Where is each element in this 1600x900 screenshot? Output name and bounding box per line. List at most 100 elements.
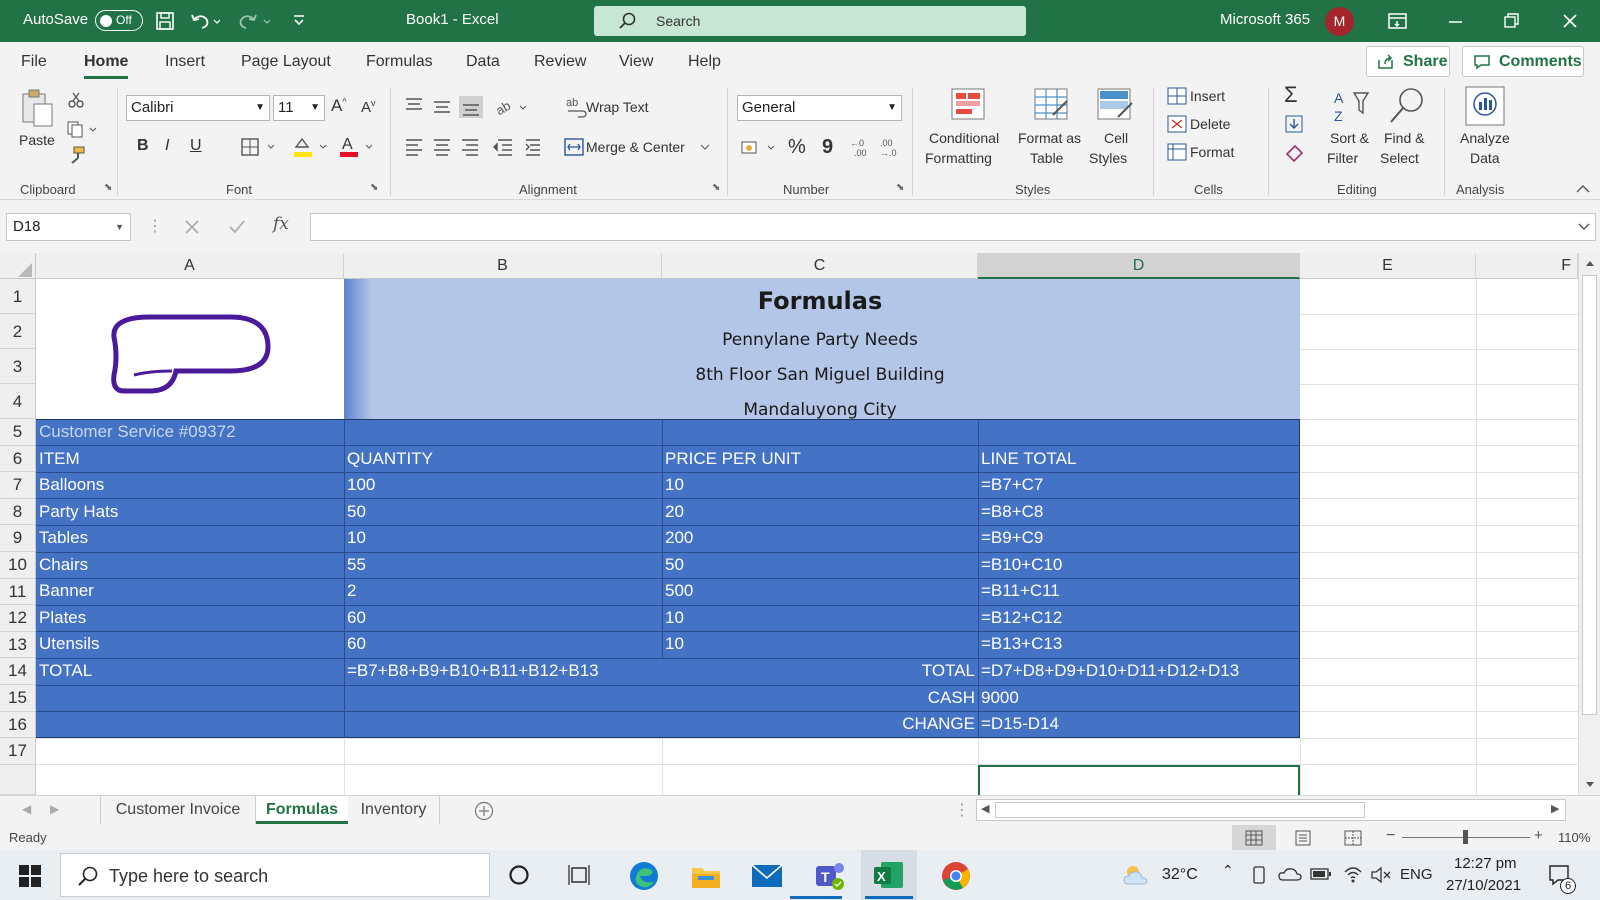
row-header-3[interactable]: 3: [0, 349, 36, 384]
column-header-e[interactable]: E: [1300, 253, 1476, 279]
decimal-icons[interactable]: ←0.00.00→.0: [850, 136, 904, 158]
wrap-text-button[interactable]: Wrap Text: [586, 99, 649, 115]
wrap-text-icon[interactable]: ab: [566, 96, 588, 118]
insert-function-icon[interactable]: fx: [273, 214, 289, 234]
sheet-tab-formulas[interactable]: Formulas: [256, 796, 348, 824]
percent-style-button[interactable]: %: [788, 136, 806, 159]
alignment-launcher-icon[interactable]: ⬊: [712, 182, 720, 193]
format-painter-icon[interactable]: [68, 146, 86, 164]
cell-a6[interactable]: ITEM: [36, 449, 344, 469]
row-header-7[interactable]: 7: [0, 472, 36, 499]
find-select-label2[interactable]: Select: [1380, 150, 1419, 166]
restore-icon[interactable]: [1503, 12, 1521, 30]
format-as-table-label2[interactable]: Table: [1030, 150, 1063, 166]
spreadsheet-grid[interactable]: A B C D E F 1 2 3 4 5 6 7 8 9 10 11 12 1…: [0, 253, 1600, 795]
cell-b14[interactable]: =B7+B8+B9+B10+B11+B12+B13: [344, 661, 662, 681]
cell-a7[interactable]: Balloons: [36, 475, 344, 495]
sheet-tab-inventory[interactable]: Inventory: [348, 796, 440, 824]
row-header-13[interactable]: 13: [0, 631, 36, 659]
cell-d11[interactable]: =B11+C11: [978, 581, 1300, 601]
number-launcher-icon[interactable]: ⬊: [896, 182, 904, 193]
italic-button[interactable]: I: [165, 137, 169, 155]
cell-d8[interactable]: =B8+C8: [978, 502, 1300, 522]
cell-styles-label1[interactable]: Cell: [1104, 130, 1128, 146]
tab-review[interactable]: Review: [534, 53, 586, 71]
cell-b8[interactable]: 50: [344, 502, 662, 522]
insert-cells-icon[interactable]: [1167, 87, 1187, 105]
weather-icon[interactable]: [1122, 864, 1152, 886]
delete-cells-icon[interactable]: [1167, 115, 1187, 133]
cell-a11[interactable]: Banner: [36, 581, 344, 601]
scrollbar-thumb[interactable]: [1582, 275, 1597, 715]
cell-a5[interactable]: Customer Service #09372: [36, 422, 344, 442]
redo-icon[interactable]: [238, 11, 274, 31]
analyze-data-label1[interactable]: Analyze: [1460, 130, 1510, 146]
selected-cell-d18[interactable]: [978, 765, 1300, 795]
find-select-icon[interactable]: [1387, 86, 1427, 126]
expand-formula-icon[interactable]: [1578, 223, 1590, 231]
cell-b10[interactable]: 55: [344, 555, 662, 575]
enter-icon[interactable]: [228, 219, 246, 235]
format-cells-icon[interactable]: [1167, 143, 1187, 161]
undo-icon[interactable]: [190, 11, 220, 31]
font-name-combo[interactable]: Calibri ▼: [126, 95, 270, 121]
find-select-label1[interactable]: Find &: [1384, 130, 1424, 146]
cell-a10[interactable]: Chairs: [36, 555, 344, 575]
fill-color-icon[interactable]: [292, 135, 332, 159]
chevron-down-icon[interactable]: [700, 144, 710, 152]
share-button[interactable]: Share: [1366, 46, 1450, 77]
battery-icon[interactable]: [1310, 867, 1332, 881]
add-sheet-icon[interactable]: [474, 801, 494, 821]
delete-cells-button[interactable]: Delete: [1190, 116, 1230, 132]
cell-styles-icon[interactable]: [1096, 87, 1134, 123]
font-size-combo[interactable]: 11 ▼: [273, 95, 325, 121]
analyze-data-label2[interactable]: Data: [1470, 150, 1500, 166]
underline-button[interactable]: U: [190, 137, 202, 155]
page-layout-view-icon[interactable]: [1294, 830, 1312, 846]
zoom-out-icon[interactable]: −: [1386, 827, 1395, 845]
volume-muted-icon[interactable]: [1370, 865, 1392, 885]
cell-a8[interactable]: Party Hats: [36, 502, 344, 522]
normal-view-button[interactable]: [1232, 825, 1276, 850]
cell-d14[interactable]: =D7+D8+D9+D10+D11+D12+D13: [978, 661, 1300, 681]
analyze-data-icon[interactable]: [1464, 85, 1508, 127]
conditional-formatting-icon[interactable]: [950, 87, 988, 123]
cell-d6[interactable]: LINE TOTAL: [978, 449, 1300, 469]
row-header-15[interactable]: 15: [0, 685, 36, 712]
scroll-right-icon[interactable]: ▶: [50, 802, 59, 816]
wifi-icon[interactable]: [1342, 864, 1364, 884]
cell-b12[interactable]: 60: [344, 608, 662, 628]
name-box[interactable]: D18 ▼: [6, 213, 131, 241]
row-header-10[interactable]: 10: [0, 552, 36, 579]
font-launcher-icon[interactable]: ⬊: [370, 182, 378, 193]
column-header-b[interactable]: B: [344, 253, 662, 279]
merge-center-icon[interactable]: [564, 138, 584, 156]
device-icon[interactable]: [1250, 865, 1268, 885]
cell-c15[interactable]: CASH: [662, 688, 978, 708]
formula-input[interactable]: [310, 213, 1596, 241]
minimize-icon[interactable]: [1447, 12, 1465, 30]
borders-icon[interactable]: [240, 137, 280, 157]
format-cells-button[interactable]: Format: [1190, 144, 1234, 160]
clear-icon[interactable]: [1284, 142, 1306, 162]
page-break-view-icon[interactable]: [1344, 830, 1362, 846]
cell-styles-label2[interactable]: Styles: [1089, 150, 1127, 166]
tab-help[interactable]: Help: [688, 53, 721, 71]
cell-c13[interactable]: 10: [662, 634, 978, 654]
cell-c9[interactable]: 200: [662, 528, 978, 548]
comma-style-button[interactable]: 9: [822, 136, 833, 159]
cell-b7[interactable]: 100: [344, 475, 662, 495]
fill-icon[interactable]: [1284, 114, 1306, 134]
sort-filter-icon[interactable]: AZ: [1332, 87, 1372, 125]
clock-date[interactable]: 27/10/2021: [1446, 877, 1521, 894]
format-as-table-icon[interactable]: [1033, 87, 1071, 123]
row-header-4[interactable]: 4: [0, 384, 36, 419]
row-header-9[interactable]: 9: [0, 525, 36, 552]
scroll-down-icon[interactable]: [1585, 781, 1595, 789]
clock-time[interactable]: 12:27 pm: [1454, 855, 1517, 872]
vertical-scrollbar[interactable]: [1578, 253, 1600, 795]
scroll-left-icon[interactable]: ◀: [981, 802, 989, 815]
tab-home[interactable]: Home: [84, 53, 129, 79]
customize-toolbar-icon[interactable]: [292, 13, 306, 27]
task-view-icon[interactable]: [568, 864, 592, 886]
